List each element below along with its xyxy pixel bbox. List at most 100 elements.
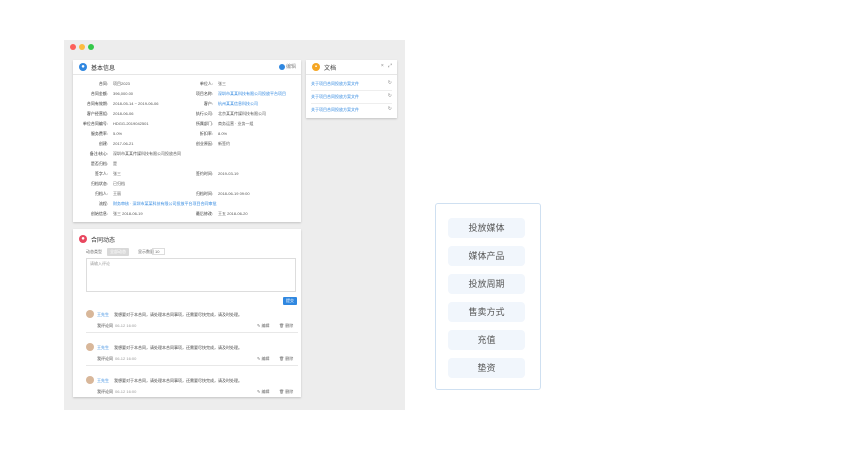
info-label: 所属部门: [195, 121, 213, 126]
info-row: 签约时间: 2019-03-19 [181, 171, 239, 176]
avatar [86, 310, 94, 318]
info-row: 合同: 项目2023 [76, 81, 130, 86]
info-row: 签字人: 张三 [76, 171, 121, 176]
docs-header: ▪ 文档 × ⤢ [306, 60, 397, 75]
comment-user[interactable]: 王先生 [97, 312, 109, 318]
info-value: 已归档 [113, 181, 125, 186]
comment-delete-button[interactable]: 🗑 删除 [279, 389, 293, 395]
comment-text: 我想要对于本合同，请处理本合同事项，还需要尽快完成，请及时处理。 [114, 312, 242, 317]
info-label: 是否归档: [90, 161, 108, 166]
info-row: 客户: 杭州某某信息科技公司 [181, 101, 258, 106]
info-value: 商务运营 · 业务一组 [218, 121, 254, 126]
type-filter-select[interactable]: 全部动态 [107, 248, 129, 256]
basic-info-panel: ● 基本信息 编辑 合同: 项目2023 单位人: 张三 合同金额: 396,000.00… [73, 60, 301, 222]
count-filter-select[interactable]: 10 [152, 248, 166, 255]
trash-icon: 🗑 [279, 356, 285, 361]
type-filter-label: 动态类型 [86, 249, 102, 254]
menu-item[interactable]: 垫资 [448, 358, 525, 378]
info-value: 新签约 [218, 141, 230, 146]
info-row: 流程: 财务审核 · 深圳市某某科技有限公司投放平台项目合同审批 [76, 201, 217, 206]
info-label: 备注/核心: [89, 151, 108, 156]
info-label: 客户经营组: [86, 111, 108, 116]
minimize-window-button[interactable] [79, 44, 85, 50]
info-row: 备注/核心: 深圳市某某传媒科技有限公司投放合同 [76, 151, 181, 156]
docs-title: 文档 [324, 66, 337, 72]
info-value: 项目2023 [113, 81, 130, 86]
document-icon: ▪ [312, 63, 320, 71]
info-value: 张三 [218, 81, 226, 86]
avatar [86, 343, 94, 351]
info-row: 归档状态: 已归档 [76, 181, 125, 186]
edit-button[interactable]: 编辑 [278, 63, 296, 70]
info-label: 服务费率: [90, 131, 108, 136]
edit-icon: ✎ [257, 389, 261, 394]
comment-time: 06-12 16:00 [115, 389, 137, 394]
close-icon[interactable]: × [381, 63, 384, 69]
info-value: 王丽 [113, 191, 121, 196]
menu-item[interactable]: 充值 [448, 330, 525, 350]
info-value: 王五 2018-06-20 [218, 211, 248, 216]
basic-info-header: ● 基本信息 编辑 [73, 60, 301, 75]
info-label: 创始信息: [90, 211, 108, 216]
comment-edit-button[interactable]: ✎ 编辑 [257, 389, 269, 395]
maximize-window-button[interactable] [88, 44, 94, 50]
option-menu: 投放媒体媒体产品投放周期售卖方式充值垫资 [435, 203, 541, 390]
info-value[interactable]: 财务审核 · 深圳市某某科技有限公司投放平台项目合同审批 [113, 201, 217, 206]
info-label: 创建: [98, 141, 108, 146]
expand-icon[interactable]: ⤢ [388, 63, 392, 69]
info-row: 客户经营组: 2018-06-06 [76, 111, 134, 116]
info-row: 创始信息: 张三 2018-06-19 [76, 211, 143, 216]
menu-item[interactable]: 媒体产品 [448, 246, 525, 266]
menu-item[interactable]: 投放周期 [448, 274, 525, 294]
info-label: 归档状态: [90, 181, 108, 186]
info-row: 合同金额: 396,000.00 [76, 91, 133, 96]
submit-button[interactable]: 提交 [283, 297, 297, 305]
comment-user[interactable]: 王先生 [97, 345, 109, 351]
refresh-icon[interactable]: ↻ [388, 106, 392, 112]
info-value[interactable]: 杭州某某信息科技公司 [218, 101, 258, 106]
doc-link[interactable]: 关于项目合同投放方案文件 [311, 107, 359, 113]
info-row: 合同有效期: 2018-05-14 ~ 2019-06-06 [76, 101, 159, 106]
info-label: 执行公司: [195, 111, 213, 116]
info-value: 是 [113, 161, 117, 166]
info-label: 合同: [98, 81, 108, 86]
info-label: 最后修改: [195, 211, 213, 216]
doc-link[interactable]: 关于项目合同投放方案文件 [311, 81, 359, 87]
comment-reply-label: 我评论同 [97, 356, 113, 361]
info-value: 北京某某传媒科技有限公司 [218, 111, 266, 116]
info-label: 签字人: [94, 171, 108, 176]
info-value: 张三 [113, 171, 121, 176]
info-label: 合同有效期: [86, 101, 108, 106]
close-window-button[interactable] [70, 44, 76, 50]
info-label: 签约时间: [195, 171, 213, 176]
info-value: 深圳市某某传媒科技有限公司投放合同 [113, 151, 181, 156]
info-label: 单位合同编号: [82, 121, 108, 126]
info-value: 2018-05-14 ~ 2019-06-06 [113, 101, 159, 106]
refresh-icon[interactable]: ↻ [388, 80, 392, 86]
trash-icon: 🗑 [279, 323, 285, 328]
info-value: 396,000.00 [113, 91, 134, 96]
activity-icon: ● [79, 235, 87, 243]
edit-icon: ✎ [257, 323, 261, 328]
comment-delete-button[interactable]: 🗑 删除 [279, 323, 293, 329]
info-value[interactable]: 深圳市某某科技有限公司投放平台项目 [218, 91, 286, 96]
info-label: 单位人: [199, 81, 213, 86]
info-value: HDGG-2019042501 [113, 121, 149, 126]
comment-delete-button[interactable]: 🗑 删除 [279, 356, 293, 362]
info-value: 2019-03-19 [218, 171, 239, 176]
comment-user[interactable]: 王先生 [97, 378, 109, 384]
comment-time: 06-12 16:00 [115, 323, 137, 328]
info-row: 服务费率: 5.0% [76, 131, 122, 136]
edit-icon: ✎ [257, 356, 261, 361]
refresh-icon[interactable]: ↻ [388, 93, 392, 99]
comment-edit-button[interactable]: ✎ 编辑 [257, 323, 269, 329]
menu-item[interactable]: 投放媒体 [448, 218, 525, 238]
comment-edit-button[interactable]: ✎ 编辑 [257, 356, 269, 362]
info-row: 归档时间: 2018-06-19 09:00 [181, 191, 250, 196]
comment-input[interactable]: 请输入评论 [86, 258, 296, 292]
menu-item[interactable]: 售卖方式 [448, 302, 525, 322]
info-icon: ● [79, 63, 87, 71]
activity-title: 合同动态 [91, 238, 116, 244]
doc-link[interactable]: 关于项目合同投放方案文件 [311, 94, 359, 100]
info-label: 合同金额: [90, 91, 108, 96]
